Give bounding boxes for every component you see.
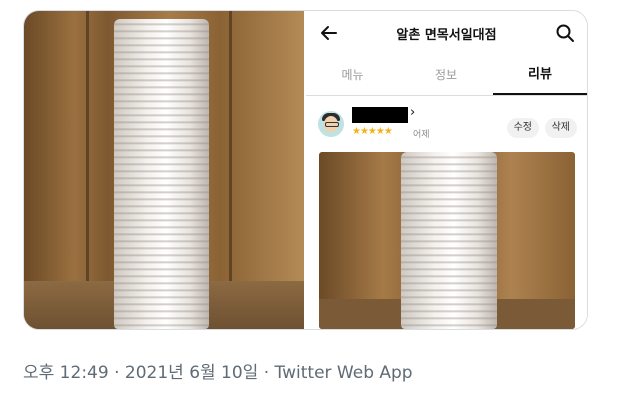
search-icon[interactable]	[555, 23, 575, 43]
store-title: 알촌 면목서일대점	[396, 28, 497, 43]
back-arrow-icon[interactable]	[318, 22, 340, 44]
rating-stars: ★★★★★	[352, 126, 393, 137]
tweet-timestamp[interactable]: 오후 12:49 · 2021년 6월 10일 · Twitter Web Ap…	[23, 358, 413, 383]
door-panel-gap	[86, 11, 89, 281]
tab-menu[interactable]: 메뉴	[306, 57, 399, 95]
review-header: › ★★★★★ 어제 수정 삭제	[306, 103, 587, 147]
avatar[interactable]	[318, 111, 344, 137]
redacted-username[interactable]	[352, 107, 408, 123]
cup-stack	[401, 152, 497, 329]
tab-info[interactable]: 정보	[399, 57, 493, 95]
review-photo[interactable]	[319, 152, 575, 329]
tweet-photo-left[interactable]	[24, 11, 304, 329]
avatar-glasses	[325, 122, 339, 127]
door-panel-gap	[229, 11, 232, 281]
review-date: 어제	[413, 130, 430, 140]
cup-stack	[114, 19, 209, 329]
tweet-media-grid: 알촌 면목서일대점 메뉴 정보 리뷰 › ★★★★★ 어제 수정 삭제	[23, 10, 588, 330]
tab-bar: 메뉴 정보 리뷰	[306, 57, 587, 96]
tab-review[interactable]: 리뷰	[493, 57, 587, 95]
app-screenshot[interactable]: 알촌 면목서일대점 메뉴 정보 리뷰 › ★★★★★ 어제 수정 삭제	[306, 11, 587, 329]
chevron-right-icon[interactable]: ›	[410, 105, 415, 120]
delete-button[interactable]: 삭제	[544, 118, 577, 138]
app-header: 알촌 면목서일대점	[306, 11, 587, 55]
edit-button[interactable]: 수정	[506, 118, 539, 138]
